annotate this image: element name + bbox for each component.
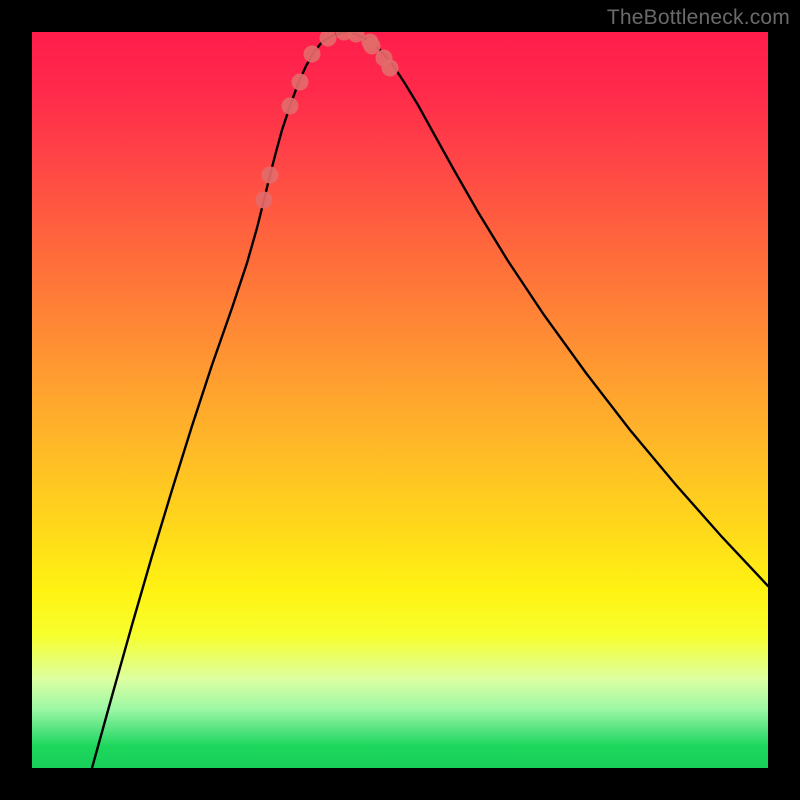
chart-frame: TheBottleneck.com <box>0 0 800 800</box>
marker-dot <box>320 32 337 47</box>
curve-layer <box>32 32 768 768</box>
plot-area <box>32 32 768 768</box>
marker-dot <box>282 98 299 115</box>
marker-dot <box>262 167 279 184</box>
marker-dot <box>364 38 381 55</box>
marker-dot <box>292 74 309 91</box>
curve-left <box>92 32 344 768</box>
watermark-label: TheBottleneck.com <box>607 6 790 30</box>
marker-dot <box>256 192 273 209</box>
curve-markers <box>256 32 399 209</box>
marker-dot <box>304 46 321 63</box>
marker-dot <box>382 60 399 77</box>
curve-right <box>344 32 768 586</box>
